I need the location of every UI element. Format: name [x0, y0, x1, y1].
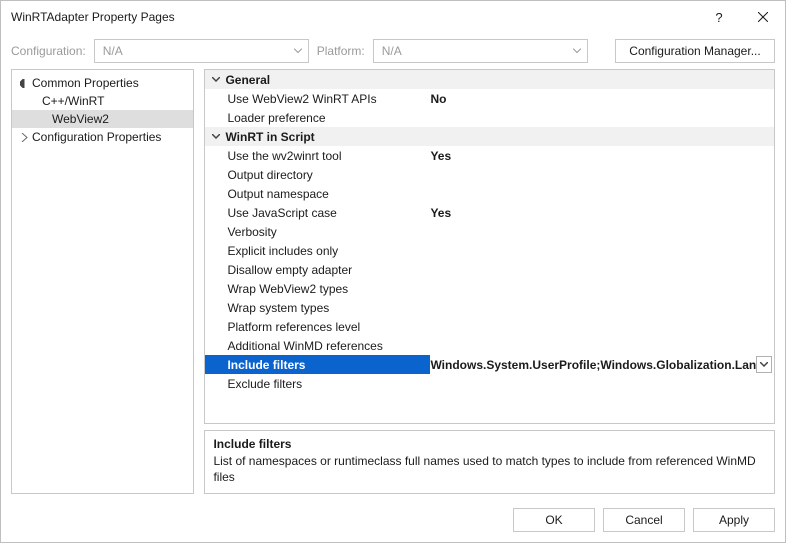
dialog-footer: OK Cancel Apply [1, 500, 785, 542]
property-row[interactable]: Output namespace [205, 184, 774, 203]
chevron-down-icon [760, 362, 768, 367]
tree-item-common-properties[interactable]: Common Properties [12, 74, 193, 92]
title-bar: WinRTAdapter Property Pages ? [1, 1, 785, 33]
content-area: Common Properties C++/WinRT WebView2 Con… [1, 69, 785, 500]
property-value[interactable]: Yes [430, 206, 774, 220]
configuration-label: Configuration: [11, 44, 86, 58]
tree-item-configuration-properties[interactable]: Configuration Properties [12, 128, 193, 146]
property-name: Exclude filters [205, 377, 430, 391]
right-panel: General Use WebView2 WinRT APIs No Loade… [204, 69, 775, 494]
platform-value: N/A [382, 44, 402, 58]
collapse-icon[interactable] [207, 74, 225, 86]
property-row[interactable]: Wrap system types [205, 298, 774, 317]
configuration-value: N/A [103, 44, 123, 58]
property-row[interactable]: Platform references level [205, 317, 774, 336]
property-name: Loader preference [205, 111, 430, 125]
platform-label: Platform: [317, 44, 365, 58]
property-name: Wrap system types [205, 301, 430, 315]
property-name: Output directory [205, 168, 430, 182]
category-winrt-in-script[interactable]: WinRT in Script [205, 127, 774, 146]
configuration-manager-button[interactable]: Configuration Manager... [615, 39, 775, 63]
close-icon [758, 12, 768, 22]
property-row[interactable]: Exclude filters [205, 374, 774, 393]
property-row[interactable]: Wrap WebView2 types [205, 279, 774, 298]
property-name: Output namespace [205, 187, 430, 201]
property-name: Additional WinMD references [205, 339, 430, 353]
property-row[interactable]: Verbosity [205, 222, 774, 241]
category-tree[interactable]: Common Properties C++/WinRT WebView2 Con… [11, 69, 194, 494]
property-row[interactable]: Output directory [205, 165, 774, 184]
property-value[interactable]: No [430, 92, 774, 106]
description-pane: Include filters List of namespaces or ru… [204, 430, 775, 494]
property-name: Include filters [205, 358, 430, 372]
configuration-combo[interactable]: N/A [94, 39, 309, 63]
property-row[interactable]: Loader preference [205, 108, 774, 127]
ok-button[interactable]: OK [513, 508, 595, 532]
dialog-title: WinRTAdapter Property Pages [11, 10, 175, 24]
property-name: Use WebView2 WinRT APIs [205, 92, 430, 106]
cancel-button[interactable]: Cancel [603, 508, 685, 532]
property-name: Use JavaScript case [205, 206, 430, 220]
property-row[interactable]: Use the wv2winrt tool Yes [205, 146, 774, 165]
dropdown-button[interactable] [756, 356, 772, 373]
property-name: Platform references level [205, 320, 430, 334]
collapse-icon[interactable] [18, 77, 30, 89]
property-name: Wrap WebView2 types [205, 282, 430, 296]
tree-item-cpp-winrt[interactable]: C++/WinRT [12, 92, 193, 110]
close-button[interactable] [741, 1, 785, 33]
collapse-icon[interactable] [207, 131, 225, 143]
category-general[interactable]: General [205, 70, 774, 89]
platform-combo[interactable]: N/A [373, 39, 588, 63]
property-row[interactable]: Explicit includes only [205, 241, 774, 260]
property-name: Use the wv2winrt tool [205, 149, 430, 163]
tree-item-webview2[interactable]: WebView2 [12, 110, 193, 128]
property-row[interactable]: Use JavaScript case Yes [205, 203, 774, 222]
chevron-down-icon [573, 49, 581, 54]
configuration-bar: Configuration: N/A Platform: N/A Configu… [1, 33, 785, 69]
chevron-down-icon [294, 49, 302, 54]
property-value-editor[interactable]: Windows.System.UserProfile;Windows.Globa… [430, 355, 774, 374]
description-title: Include filters [213, 437, 766, 451]
apply-button[interactable]: Apply [693, 508, 775, 532]
property-name: Verbosity [205, 225, 430, 239]
dialog-window: WinRTAdapter Property Pages ? Configurat… [0, 0, 786, 543]
property-name: Disallow empty adapter [205, 263, 430, 277]
property-name: Explicit includes only [205, 244, 430, 258]
help-button[interactable]: ? [697, 1, 741, 33]
property-row[interactable]: Disallow empty adapter [205, 260, 774, 279]
expand-icon[interactable] [18, 131, 30, 143]
property-row-include-filters[interactable]: Include filters Windows.System.UserProfi… [205, 355, 774, 374]
property-row[interactable]: Use WebView2 WinRT APIs No [205, 89, 774, 108]
property-value[interactable]: Yes [430, 149, 774, 163]
description-body: List of namespaces or runtimeclass full … [213, 453, 766, 485]
property-row[interactable]: Additional WinMD references [205, 336, 774, 355]
property-grid[interactable]: General Use WebView2 WinRT APIs No Loade… [204, 69, 775, 424]
